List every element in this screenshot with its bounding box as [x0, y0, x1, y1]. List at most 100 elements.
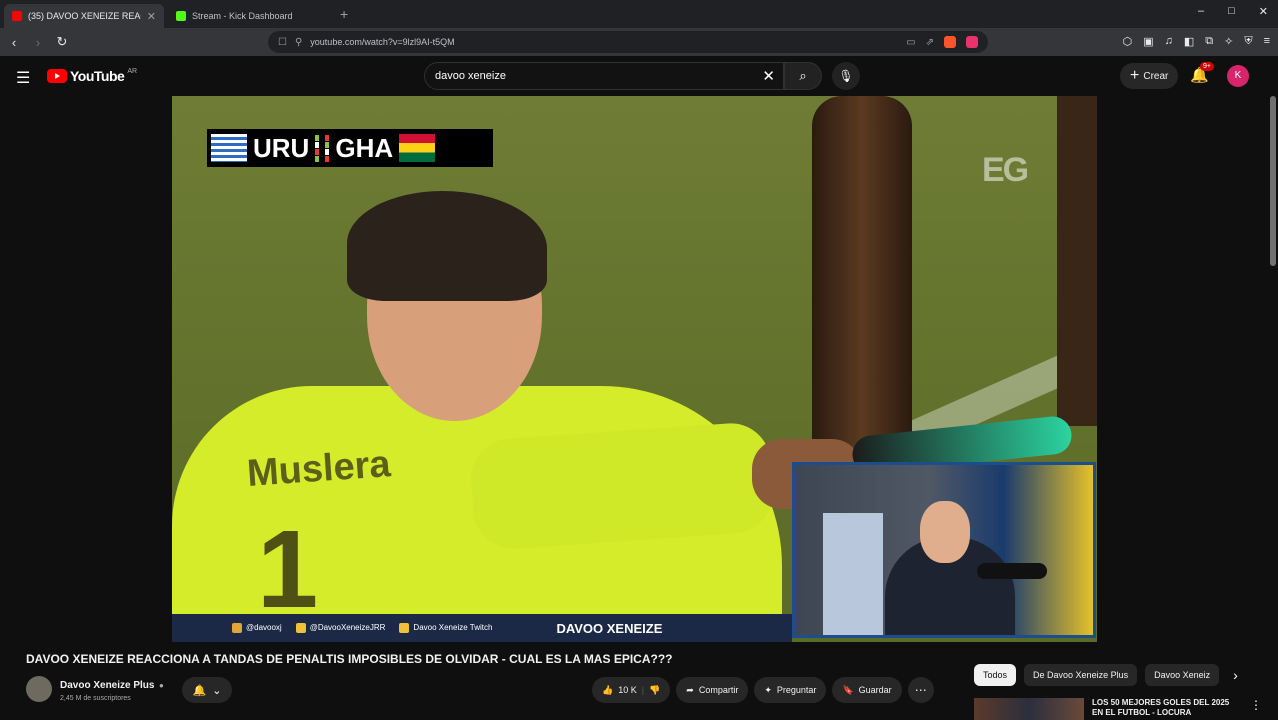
browser-tab-youtube[interactable]: (35) DAVOO XENEIZE REACCI ✕: [4, 4, 164, 28]
instagram-icon: [232, 623, 242, 633]
wallet-icon[interactable]: ▣: [1143, 35, 1153, 48]
bookmark-icon: 🔖: [842, 684, 854, 695]
back-icon[interactable]: ‹: [4, 35, 24, 50]
youtube-logo[interactable]: YouTube AR: [47, 68, 137, 84]
webcam-overlay: [792, 462, 1096, 638]
thumbs-down-icon[interactable]: 👎: [649, 685, 660, 696]
ask-label: Preguntar: [776, 685, 817, 695]
verified-icon: ●: [158, 681, 164, 690]
chevron-right-icon[interactable]: ›: [1233, 667, 1238, 683]
voice-search-button[interactable]: 🎙: [832, 62, 860, 90]
browser-toolbar: ‹ › ↻ ☐ ⚲ youtube.com/watch?v=9lzl9AI-t5…: [0, 28, 1278, 56]
rewards-icon[interactable]: [966, 36, 978, 48]
instagram-text: @davooxj: [246, 623, 282, 633]
sparkle-icon: ✦: [764, 684, 772, 695]
share-icon[interactable]: ⇗: [926, 37, 934, 48]
divider: |: [641, 685, 645, 695]
avatar[interactable]: K: [1227, 65, 1249, 87]
minimize-button[interactable]: –: [1198, 5, 1204, 18]
close-tab-icon[interactable]: ✕: [147, 10, 156, 23]
tab-title: Stream - Kick Dashboard: [192, 11, 293, 21]
screenshot-icon[interactable]: ⧉: [1205, 35, 1213, 48]
uruguay-flag-icon: [211, 134, 247, 162]
reload-icon[interactable]: ↻: [52, 34, 72, 50]
subscriber-count: 2,45 M de suscriptores: [60, 695, 131, 702]
screen-icon[interactable]: ▭: [906, 37, 915, 48]
channel-name[interactable]: Davoo Xeneize Plus: [60, 680, 154, 691]
wall-poster: [823, 513, 883, 635]
more-actions-button[interactable]: ⋯: [907, 677, 934, 703]
goalkeeper-sleeve: [468, 420, 776, 552]
twitter-text: @DavooXeneizeJRR: [309, 623, 386, 633]
video-player[interactable]: URU GHA EG Muslera 1 @davooxj @DavooXene…: [172, 96, 1097, 642]
like-button[interactable]: 👍 10 K | 👎: [592, 677, 671, 703]
puzzle-icon[interactable]: ✧: [1224, 35, 1233, 48]
recommended-thumbnail[interactable]: [974, 698, 1084, 720]
chevron-down-icon: ⌄: [212, 684, 222, 697]
stream-overlay-bar: @davooxj @DavooXeneizeJRR Davoo Xeneize …: [172, 614, 792, 642]
youtube-play-icon: [47, 69, 67, 83]
youtube-favicon-icon: [12, 11, 22, 21]
scoreboard: URU GHA: [207, 129, 493, 167]
twitter-icon: [295, 623, 306, 633]
like-count: 10 K: [618, 685, 637, 695]
window-controls: – □ ✕: [1198, 5, 1268, 18]
player-leg-right: [1057, 96, 1097, 426]
address-bar[interactable]: ☐ ⚲ youtube.com/watch?v=9lzl9AI-t5QM ▭ ⇗: [268, 31, 988, 53]
recommended-title[interactable]: LOS 50 MEJORES GOLES DEL 2025 EN EL FUTB…: [1092, 698, 1242, 720]
extensions-area: ⬡ ▣ ♫ ◧ ⧉ ✧ ⛨ ≡: [1123, 35, 1270, 48]
channel-info[interactable]: Davoo Xeneize Plus ● 2,45 M de suscripto…: [26, 675, 164, 702]
twitch-handle: Davoo Xeneize Twitch: [399, 623, 492, 633]
chip-channel[interactable]: De Davoo Xeneize Plus: [1024, 664, 1138, 686]
channel-avatar[interactable]: [26, 675, 52, 702]
tab-title: (35) DAVOO XENEIZE REACCI: [28, 11, 141, 21]
url-text[interactable]: youtube.com/watch?v=9lzl9AI-t5QM: [310, 37, 454, 47]
plus-icon: +: [1130, 67, 1140, 84]
instagram-handle: @davooxj: [232, 623, 282, 633]
subscription-bell-button[interactable]: 🔔 ⌄: [182, 677, 232, 703]
video-actions: 👍 10 K | 👎 ➦ Compartir ✦ Preguntar 🔖 Gua…: [592, 677, 934, 703]
sidebar-icon[interactable]: ◧: [1184, 35, 1194, 48]
clear-search-icon[interactable]: ✕: [762, 67, 775, 85]
notification-badge: 9+: [1200, 62, 1214, 71]
search-button[interactable]: ⌕: [784, 62, 822, 90]
bookmark-icon[interactable]: ☐: [278, 37, 287, 48]
hamburger-menu-icon[interactable]: ☰: [16, 68, 30, 88]
share-arrow-icon: ➦: [686, 684, 694, 695]
search-input[interactable]: davoo xeneize ✕: [424, 62, 784, 90]
notifications-button[interactable]: 🔔 9+: [1190, 62, 1214, 84]
streamer-brand: DAVOO XENEIZE: [556, 620, 663, 636]
vpn-icon[interactable]: ⛨: [1244, 35, 1252, 48]
create-button[interactable]: + Crear: [1120, 63, 1179, 89]
share-button[interactable]: ➦ Compartir: [676, 677, 749, 703]
page-scrollbar[interactable]: [1270, 96, 1276, 266]
recommendation-chips: Todos De Davoo Xeneize Plus Davoo Xeneiz…: [974, 664, 1238, 686]
kick-favicon-icon: [176, 11, 186, 21]
country-code: AR: [127, 67, 138, 75]
site-info-icon[interactable]: ⚲: [295, 37, 302, 48]
team-right: GHA: [335, 132, 394, 163]
channel-watermark: EG: [982, 151, 1029, 189]
recommended-video[interactable]: LOS 50 MEJORES GOLES DEL 2025 EN EL FUTB…: [974, 698, 1264, 720]
chip-all[interactable]: Todos: [974, 664, 1017, 686]
extension-icon[interactable]: ⬡: [1123, 35, 1133, 48]
more-dots-icon: ⋯: [914, 683, 927, 697]
close-window-button[interactable]: ✕: [1259, 5, 1268, 18]
maximize-button[interactable]: □: [1228, 5, 1235, 18]
media-icon[interactable]: ♫: [1165, 35, 1173, 48]
menu-icon[interactable]: ≡: [1264, 35, 1270, 48]
ghana-flag-icon: [399, 134, 436, 162]
microphone-icon: 🎙: [838, 69, 854, 83]
chip-davoo[interactable]: Davoo Xeneiz: [1145, 664, 1220, 686]
team-left: URU: [253, 132, 310, 163]
create-label: Crear: [1143, 70, 1169, 82]
forward-icon[interactable]: ›: [28, 35, 48, 50]
browser-tab-kick[interactable]: Stream - Kick Dashboard: [168, 4, 328, 28]
new-tab-button[interactable]: +: [340, 6, 348, 22]
brave-shield-icon[interactable]: [944, 36, 956, 48]
ask-button[interactable]: ✦ Preguntar: [754, 677, 827, 703]
thumbs-up-icon: 👍: [602, 684, 614, 695]
save-button[interactable]: 🔖 Guardar: [832, 677, 902, 703]
browser-tab-strip: (35) DAVOO XENEIZE REACCI ✕ Stream - Kic…: [0, 0, 1278, 28]
more-options-icon[interactable]: ⋮: [1250, 698, 1262, 720]
